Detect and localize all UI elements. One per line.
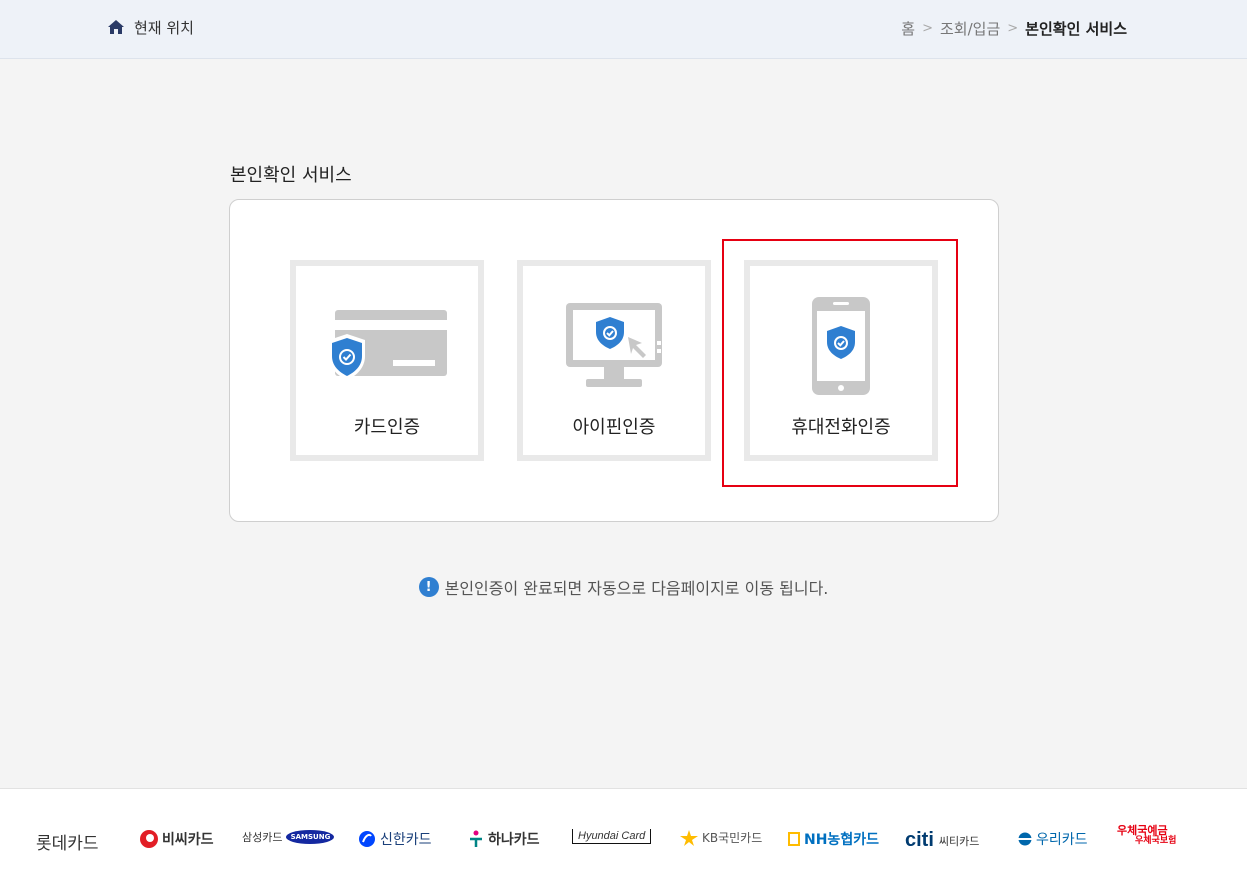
- brand-hana-name: 하나카드: [488, 832, 540, 848]
- brand-samsung-card: 삼성카드 SAMSUNG: [242, 829, 338, 845]
- brand-nh-card: NH농협카드: [788, 829, 879, 849]
- brand-shinhan-card: 신한카드: [358, 829, 432, 849]
- breadcrumb-home[interactable]: 홈: [901, 18, 915, 39]
- brand-kb-card: KB국민카드: [680, 829, 762, 846]
- page-title: 본인확인 서비스: [230, 165, 352, 186]
- kb-star-icon: [680, 829, 698, 846]
- info-icon: !: [418, 577, 439, 597]
- bc-logo-icon: [140, 830, 158, 848]
- brand-hyundai-name: Hyundai Card: [572, 829, 652, 844]
- brand-citi-card: citi 씨티카드: [905, 829, 979, 852]
- woori-logo-icon: [1018, 832, 1032, 846]
- brand-citi-sub: 씨티카드: [938, 834, 980, 848]
- samsung-logo-icon: SAMSUNG: [286, 830, 335, 844]
- location-bar: 현재 위치 홈 > 조회/입금 > 본인확인 서비스: [0, 0, 1247, 59]
- brand-kb-name: KB국민카드: [702, 831, 763, 845]
- brand-nh-name: NH농협카드: [804, 832, 879, 848]
- brand-lotte-card: 롯데카드: [36, 829, 99, 854]
- nh-logo-icon: [788, 832, 800, 846]
- ipin-verification-label: 아이핀인증: [572, 417, 656, 438]
- breadcrumb-current: 본인확인 서비스: [1025, 20, 1127, 38]
- home-icon: [108, 20, 124, 34]
- brand-post-insurance-name: 우체국보험: [1135, 835, 1177, 846]
- breadcrumb: 홈 > 조회/입금 > 본인확인 서비스: [901, 18, 1127, 39]
- breadcrumb-inquiry[interactable]: 조회/입금: [940, 18, 1000, 39]
- brand-post-bank-name: 우체국예금: [1117, 824, 1168, 837]
- brand-post-bank: 우체국예금 우체국보험: [1117, 825, 1176, 846]
- brand-bc-card: 비씨카드: [140, 829, 214, 849]
- card-verification-option[interactable]: 카드인증: [290, 260, 484, 461]
- card-verification-label: 카드인증: [353, 417, 421, 438]
- ipin-verification-option[interactable]: 아이핀인증: [517, 260, 711, 461]
- brand-bc-name: 비씨카드: [162, 832, 214, 848]
- monitor-shield-icon: [523, 301, 705, 393]
- brand-woori-card: 우리카드: [1018, 829, 1088, 849]
- phone-verification-option[interactable]: 휴대전화인증: [744, 260, 938, 461]
- hana-logo-icon: [468, 830, 484, 848]
- card-shield-icon: [296, 308, 478, 382]
- breadcrumb-separator: >: [922, 21, 933, 36]
- shinhan-logo-icon: [358, 830, 376, 848]
- card-company-footer: 롯데카드 비씨카드 삼성카드 SAMSUNG 신한카드 하나카드 Hyundai…: [0, 788, 1247, 874]
- brand-woori-name: 우리카드: [1036, 832, 1088, 848]
- phone-shield-icon: [750, 296, 932, 396]
- brand-samsung-name: 삼성카드: [242, 831, 283, 844]
- brand-lotte-name: 롯데카드: [36, 834, 99, 854]
- brand-hana-card: 하나카드: [468, 829, 540, 849]
- auto-redirect-notice: ! 본인인증이 완료되면 자동으로 다음페이지로 이동 됩니다.: [0, 575, 1247, 599]
- brand-hyundai-card: Hyundai Card: [572, 829, 652, 844]
- brand-citi-name: citi: [905, 829, 934, 851]
- brand-shinhan-name: 신한카드: [380, 832, 432, 848]
- phone-verification-label: 휴대전화인증: [791, 417, 891, 438]
- breadcrumb-separator: >: [1007, 21, 1019, 36]
- notice-text: 본인인증이 완료되면 자동으로 다음페이지로 이동 됩니다.: [444, 579, 829, 598]
- current-location: 현재 위치: [108, 17, 194, 38]
- location-label: 현재 위치: [134, 19, 194, 37]
